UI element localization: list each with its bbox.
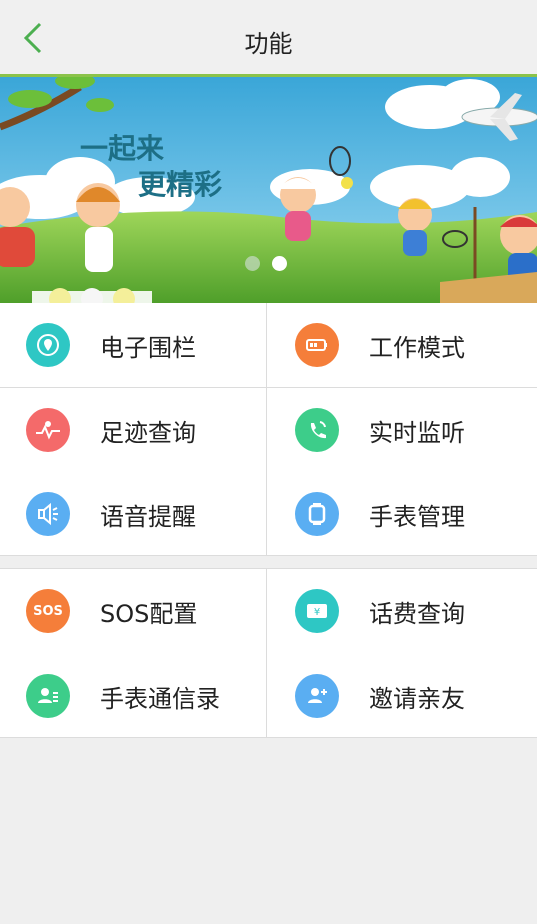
work-mode-label: 工作模式 [369,333,465,362]
watch-manage-item[interactable]: 手表管理 [269,472,537,556]
contacts-item[interactable]: 手表通信录 [0,654,268,738]
track-item[interactable]: 足迹查询 [0,388,268,472]
add-user-icon [295,674,339,718]
track-label: 足迹查询 [100,418,196,447]
phone-call-icon [295,408,339,452]
pager-dot[interactable] [245,256,260,271]
banner-pager [245,256,287,271]
watch-icon [295,492,339,536]
pager-dot-active[interactable] [272,256,287,271]
battery-icon [295,323,339,367]
bill-icon: ¥ [295,589,339,633]
fence-item[interactable]: 电子围栏 [0,303,268,387]
page-title: 功能 [244,30,293,58]
banner-text-line2: 更精彩 [138,168,223,201]
top-bar: 功能 [0,0,537,77]
function-grid-main: 电子围栏 工作模式 足迹查询 实时监听 语音提醒 手表管理 [0,303,537,556]
contacts-label: 手表通信录 [100,684,220,713]
sos-icon: SOS [26,589,70,633]
fence-label: 电子围栏 [100,333,196,362]
bill-item[interactable]: ¥ 话费查询 [269,569,537,653]
work-mode-item[interactable]: 工作模式 [269,303,537,387]
location-pin-icon [26,323,70,367]
voice-item[interactable]: 语音提醒 [0,472,268,556]
banner-text-line1: 一起来 [80,132,165,165]
sos-label: SOS配置 [100,599,198,628]
sos-item[interactable]: SOS SOS配置 [0,569,268,653]
watch-manage-label: 手表管理 [369,502,465,531]
voice-label: 语音提醒 [100,502,196,531]
monitor-item[interactable]: 实时监听 [269,388,537,472]
speaker-icon [26,492,70,536]
sos-badge-text: SOS [33,603,63,619]
bill-label: 话费查询 [369,599,465,628]
contacts-icon [26,674,70,718]
monitor-label: 实时监听 [369,418,465,447]
function-grid-secondary: SOS SOS配置 ¥ 话费查询 手表通信录 邀请亲友 [0,568,537,738]
invite-item[interactable]: 邀请亲友 [269,654,537,738]
invite-label: 邀请亲友 [369,684,465,713]
route-icon [26,408,70,452]
svg-text:¥: ¥ [314,607,320,618]
